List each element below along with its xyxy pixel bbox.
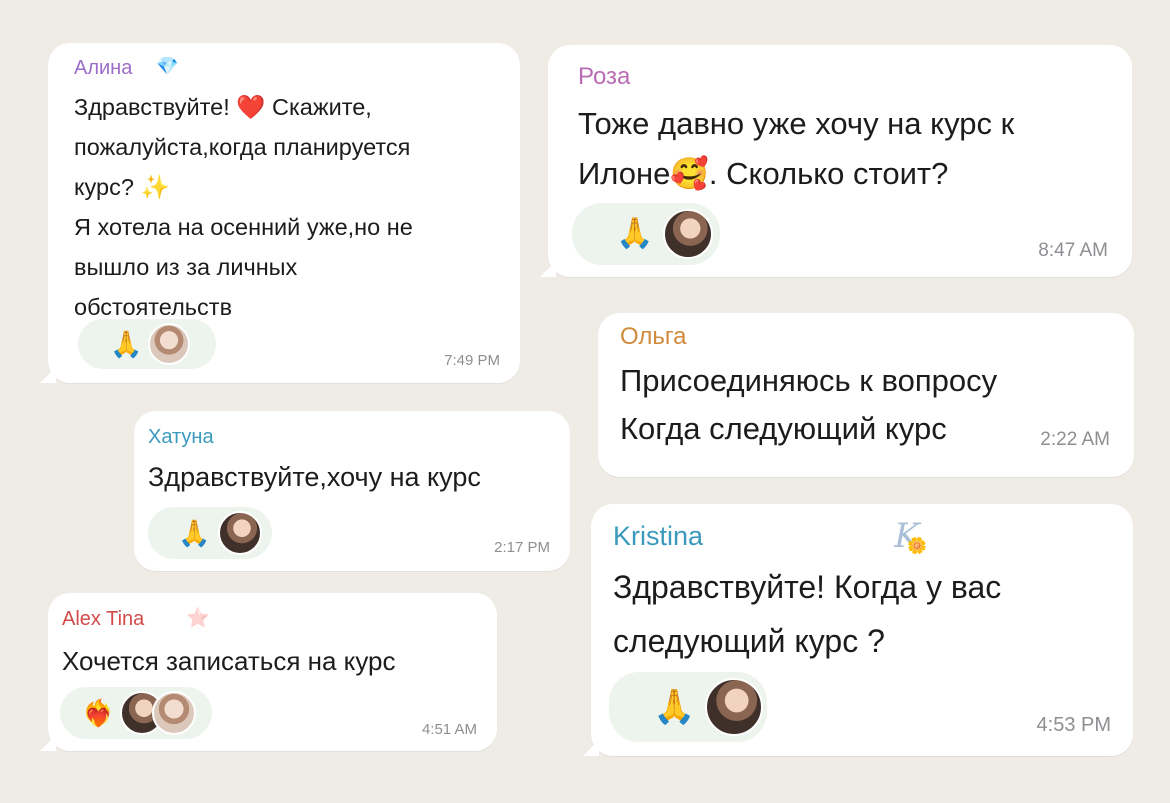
- heart-on-fire-reaction-icon: ❤️‍🔥: [82, 698, 115, 728]
- bubble-tail: [40, 367, 56, 383]
- message-bubble-khatuna[interactable]: Хатуна Здравствуйте,хочу на курс 🙏 2:17 …: [134, 411, 570, 571]
- message-time: 7:49 PM: [444, 352, 500, 369]
- avatar: [218, 511, 263, 555]
- bubble-tail: [540, 261, 556, 277]
- pray-reaction-icon: 🙏: [653, 688, 696, 726]
- reaction-pill[interactable]: 🙏: [148, 507, 272, 559]
- star-icon: ⭐: [186, 608, 210, 629]
- message-time: 2:17 PM: [494, 539, 550, 556]
- avatar: [663, 209, 714, 259]
- gem-icon: 💎: [156, 56, 179, 76]
- message-text: Хочется записаться на курс: [62, 646, 396, 676]
- pray-reaction-icon: 🙏: [110, 329, 143, 359]
- message-time: 8:47 AM: [1038, 240, 1108, 261]
- avatar: [705, 678, 764, 736]
- message-bubble-kristina[interactable]: Kristina K 🌼 Здравствуйте! Когда у вас с…: [583, 504, 1133, 756]
- avatar: [148, 323, 191, 365]
- message-text: Тоже давно уже хочу на курс к Илоне🥰. Ск…: [578, 106, 1015, 191]
- message-bubble-alex-tina[interactable]: Alex Tina ⭐ Хочется записаться на курс ❤…: [40, 593, 497, 751]
- message-text: Здравствуйте! ❤️ Скажите, пожалуйста,ког…: [74, 94, 413, 320]
- sender-name: Роза: [578, 63, 631, 90]
- reaction-pill[interactable]: ❤️‍🔥: [60, 687, 212, 739]
- reaction-pill[interactable]: 🙏: [572, 203, 720, 265]
- flower-letter-k-icon: K 🌼: [887, 516, 927, 556]
- sender-name: Ольга: [620, 323, 687, 350]
- message-bubble-olga[interactable]: Ольга Присоединяюсь к вопросу Когда след…: [598, 313, 1134, 477]
- sender-name: Хатуна: [148, 426, 214, 448]
- bubble-tail: [583, 740, 599, 756]
- message-text: Присоединяюсь к вопросу Когда следующий …: [620, 363, 998, 446]
- message-time: 4:51 AM: [421, 721, 477, 738]
- bubble-tail: [40, 735, 56, 751]
- flower-icon: 🌼: [907, 538, 927, 555]
- message-text: Здравствуйте! Когда у вас следующий курс…: [613, 569, 1002, 659]
- sender-name: Alex Tina: [62, 608, 145, 630]
- reaction-pill[interactable]: 🙏: [609, 672, 767, 742]
- message-bubble-roza[interactable]: Роза Тоже давно уже хочу на курс к Илоне…: [540, 45, 1132, 277]
- message-time: 4:53 PM: [1036, 714, 1111, 736]
- avatar: [152, 691, 197, 735]
- message-time: 2:22 AM: [1040, 429, 1110, 450]
- message-text: Здравствуйте,хочу на курс: [148, 462, 481, 492]
- sender-name: Kristina: [613, 521, 704, 551]
- pray-reaction-icon: 🙏: [616, 217, 654, 250]
- message-bubble-alina[interactable]: Алина 💎 Здравствуйте! ❤️ Скажите, пожалу…: [40, 43, 520, 383]
- pray-reaction-icon: 🙏: [178, 518, 211, 548]
- reaction-pill[interactable]: 🙏: [78, 319, 216, 369]
- sender-name: Алина: [74, 57, 133, 79]
